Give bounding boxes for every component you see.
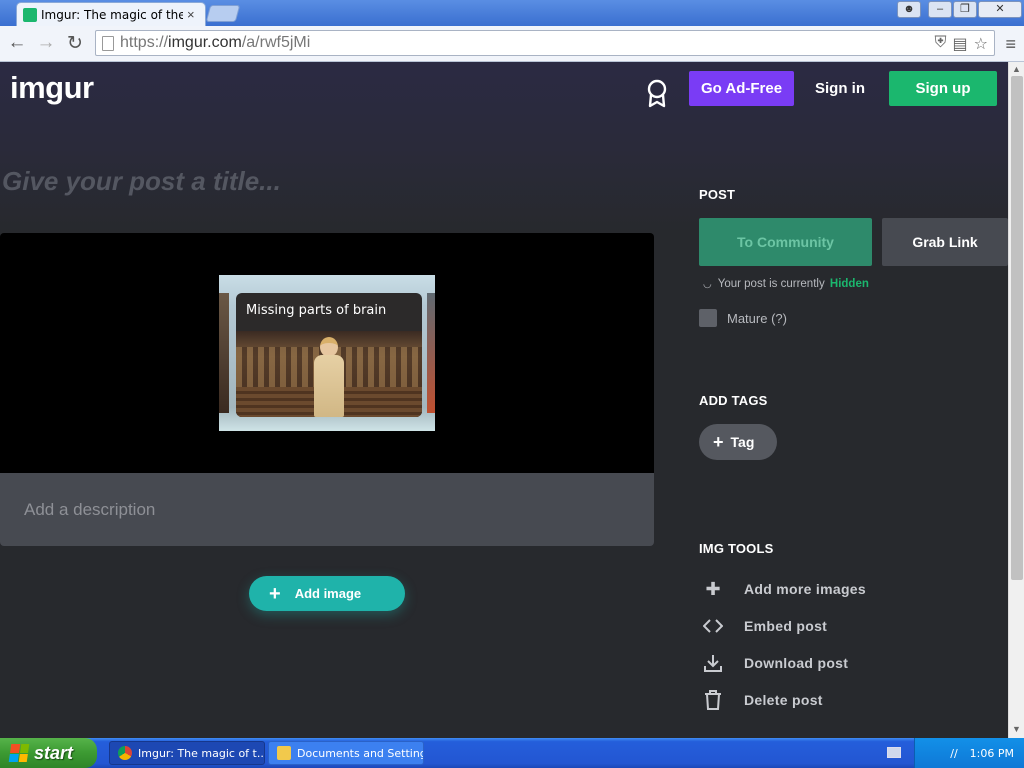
tab-close-icon[interactable]: × xyxy=(187,7,195,22)
award-icon[interactable] xyxy=(645,78,669,108)
add-tags-heading: ADD TAGS xyxy=(699,393,768,408)
imgur-favicon-icon xyxy=(23,7,37,22)
scroll-up-icon[interactable]: ▲ xyxy=(1012,64,1021,74)
visibility-status: ◡ Your post is currently Hidden xyxy=(703,278,869,290)
plus-icon: + xyxy=(713,431,724,452)
post-title-input[interactable]: Give your post a title... xyxy=(2,166,281,197)
user-icon[interactable]: ☻ xyxy=(897,1,921,18)
scroll-down-icon[interactable]: ▼ xyxy=(1012,724,1021,734)
plus-icon: + xyxy=(269,582,281,605)
add-image-label: Add image xyxy=(294,586,362,601)
download-icon xyxy=(701,651,725,675)
description-field[interactable]: Add a description xyxy=(0,473,654,546)
keyboard-icon[interactable] xyxy=(887,747,901,758)
network-icon[interactable]: ∕∕ xyxy=(950,747,957,760)
download-post-button[interactable]: Download post xyxy=(701,651,848,675)
grab-link-button[interactable]: Grab Link xyxy=(882,218,1008,266)
browser-menu-icon[interactable]: ≡ xyxy=(1005,34,1016,55)
imgur-logo[interactable]: imgur xyxy=(10,70,94,106)
windows-taskbar: start Imgur: The magic of t... Documents… xyxy=(0,738,1024,768)
sign-up-button[interactable]: Sign up xyxy=(889,71,997,106)
go-ad-free-button[interactable]: Go Ad-Free xyxy=(689,71,794,106)
img-tools-heading: IMG TOOLS xyxy=(699,541,774,556)
minimize-button[interactable]: – xyxy=(928,1,952,18)
add-image-button[interactable]: + Add image xyxy=(249,576,405,611)
system-tray: ∕∕ 1:06 PM xyxy=(914,738,1024,768)
scroll-thumb[interactable] xyxy=(1011,76,1023,580)
post-heading: POST xyxy=(699,187,736,202)
clock[interactable]: 1:06 PM xyxy=(970,747,1014,760)
start-button[interactable]: start xyxy=(0,738,97,768)
windows-logo-icon xyxy=(8,744,30,762)
imgur-page: imgur Go Ad-Free Sign in Sign up Give yo… xyxy=(0,62,1008,738)
add-more-images-button[interactable]: ✚ Add more images xyxy=(701,577,866,601)
plus-icon: ✚ xyxy=(705,578,721,599)
image-caption: Missing parts of brain xyxy=(246,303,387,318)
taskbar-item-chrome[interactable]: Imgur: The magic of t... xyxy=(109,741,265,765)
bookmark-star-icon[interactable]: ☆ xyxy=(974,34,988,54)
person-figure xyxy=(308,337,348,417)
browser-toolbar: ← → ↻ https://imgur.com/a/rwf5jMi ⛨ ▤ ☆ … xyxy=(0,26,1024,62)
translate-icon[interactable]: ▤ xyxy=(953,34,968,54)
sign-in-button[interactable]: Sign in xyxy=(806,71,874,106)
address-bar[interactable]: https://imgur.com/a/rwf5jMi ⛨ ▤ ☆ xyxy=(95,30,995,56)
folder-icon xyxy=(277,746,291,760)
description-placeholder: Add a description xyxy=(24,500,156,519)
back-arrow-icon[interactable]: ← xyxy=(5,32,29,54)
delete-post-button[interactable]: Delete post xyxy=(701,688,823,712)
browser-titlebar: Imgur: The magic of the Inte × ☻ – ❐ ✕ xyxy=(0,0,1024,26)
chrome-icon xyxy=(118,746,132,760)
taskbar-item-folder[interactable]: Documents and Settings xyxy=(268,741,424,765)
mature-checkbox[interactable] xyxy=(699,309,717,327)
page-icon xyxy=(102,35,114,51)
trash-icon xyxy=(701,688,725,712)
to-community-button[interactable]: To Community xyxy=(699,218,872,266)
code-icon xyxy=(701,614,725,638)
close-window-button[interactable]: ✕ xyxy=(978,1,1022,18)
media-viewer: Missing parts of brain xyxy=(0,233,654,473)
tab-title: Imgur: The magic of the Inte xyxy=(41,7,183,22)
shield-icon[interactable]: ⛨ xyxy=(935,34,947,54)
new-tab-button[interactable] xyxy=(205,5,241,22)
maximize-button[interactable]: ❐ xyxy=(953,1,977,18)
page-scrollbar[interactable]: ▲ ▼ xyxy=(1008,62,1024,738)
hidden-status-link[interactable]: Hidden xyxy=(830,278,869,290)
url-text: https://imgur.com/a/rwf5jMi xyxy=(120,34,311,51)
browser-tab[interactable]: Imgur: The magic of the Inte × xyxy=(16,2,206,26)
reload-icon[interactable]: ↻ xyxy=(63,32,87,55)
image-card: Missing parts of brain xyxy=(236,293,422,417)
forward-arrow-icon[interactable]: → xyxy=(34,32,58,54)
auditorium-scene xyxy=(236,331,422,417)
post-image[interactable]: Missing parts of brain xyxy=(219,275,435,431)
add-tag-button[interactable]: + Tag xyxy=(699,424,777,460)
eye-closed-icon: ◡ xyxy=(703,279,712,290)
mature-label[interactable]: Mature (?) xyxy=(727,311,787,326)
embed-post-button[interactable]: Embed post xyxy=(701,614,827,638)
